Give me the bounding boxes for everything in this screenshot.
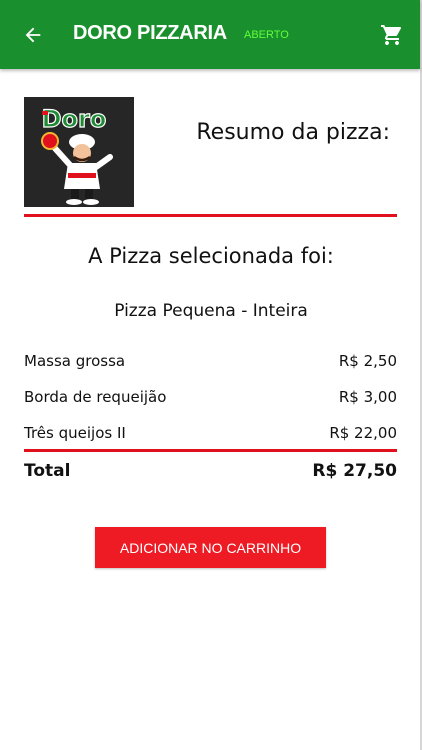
pizza-size-label: Pizza Pequena - Inteira <box>114 301 308 321</box>
cart-button[interactable] <box>380 23 404 47</box>
item-name: Três queijos II <box>24 424 126 442</box>
shopping-cart-icon <box>381 25 402 45</box>
app-bar: DORO PIZZARIA ABERTO <box>0 0 420 69</box>
total-row: Total R$ 27,50 <box>24 458 397 484</box>
page: DORO PIZZARIA ABERTO Doro Resumo da pizz… <box>0 0 422 750</box>
item-price: R$ 3,00 <box>338 388 397 406</box>
summary-heading: Resumo da pizza: <box>196 120 390 145</box>
add-to-cart-button[interactable]: ADICIONAR NO CARRINHO <box>95 527 326 568</box>
list-item: Massa grossa R$ 2,50 <box>24 349 397 373</box>
list-item: Borda de requeijão R$ 3,00 <box>24 385 397 409</box>
logo-wordmark: Doro <box>42 105 107 133</box>
chef-mascot-image: Doro <box>24 97 134 207</box>
item-name: Borda de requeijão <box>24 388 167 406</box>
top-divider <box>24 214 397 217</box>
selected-pizza-heading: A Pizza selecionada foi: <box>88 244 334 268</box>
list-item: Três queijos II R$ 22,00 <box>24 421 397 445</box>
item-price: R$ 2,50 <box>338 352 397 370</box>
app-title: DORO PIZZARIA <box>73 22 227 44</box>
item-name: Massa grossa <box>24 352 126 370</box>
item-price: R$ 22,00 <box>329 424 397 442</box>
total-value: R$ 27,50 <box>312 461 397 481</box>
back-button[interactable] <box>18 20 48 50</box>
total-label: Total <box>24 461 71 481</box>
open-status-badge: ABERTO <box>244 29 289 41</box>
arrow-left-icon <box>25 27 41 43</box>
pizzeria-logo: Doro <box>24 97 134 207</box>
total-divider <box>24 449 397 452</box>
